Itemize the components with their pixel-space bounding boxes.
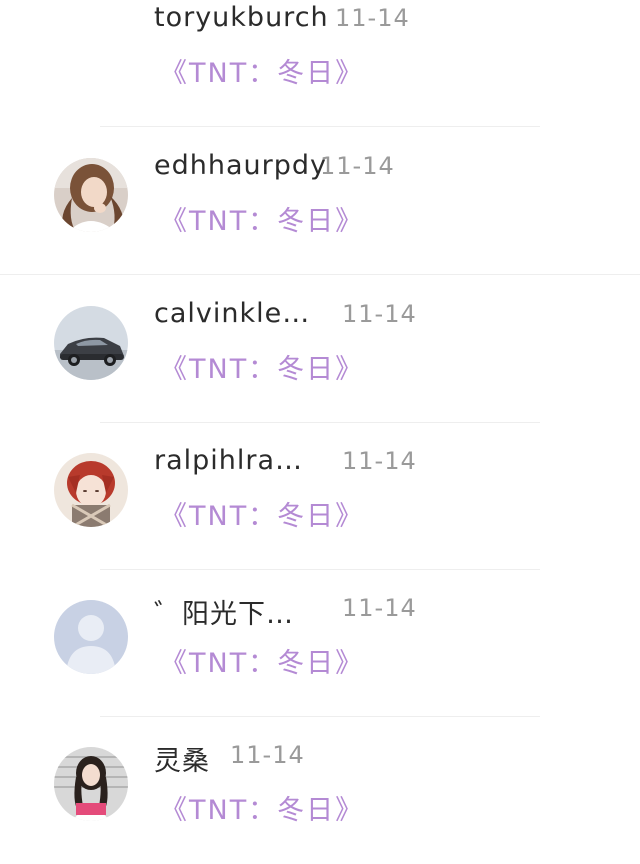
book-title-link[interactable]: 《TNT：冬日》 (160, 788, 364, 827)
avatar-photo-girl-reading-icon[interactable] (54, 747, 128, 821)
avatar-anime-red-hair-icon[interactable] (54, 453, 128, 527)
username[interactable]: ゛阳光下… (154, 592, 294, 631)
list-item[interactable]: 灵桑 11-14 《TNT：冬日》 (0, 717, 640, 864)
username[interactable]: calvinkle… (154, 298, 310, 329)
timestamp: 11-14 (342, 594, 417, 622)
divider (100, 126, 540, 127)
default-avatar-icon[interactable] (54, 600, 128, 674)
list-item[interactable]: edhhaurpdy 11-14 《TNT：冬日》 (0, 128, 640, 275)
divider (0, 274, 640, 275)
list-item[interactable]: ゛阳光下… 11-14 《TNT：冬日》 (0, 570, 640, 717)
comment-feed: toryukburch 11-14 《TNT：冬日》 edhhaurpdy 11… (0, 0, 640, 860)
book-title-link[interactable]: 《TNT：冬日》 (160, 641, 364, 680)
username[interactable]: edhhaurpdy (154, 150, 327, 181)
timestamp: 11-14 (320, 152, 395, 180)
timestamp: 11-14 (342, 300, 417, 328)
list-item[interactable]: calvinkle… 11-14 《TNT：冬日》 (0, 276, 640, 423)
book-title-link[interactable]: 《TNT：冬日》 (160, 494, 364, 533)
username[interactable]: toryukburch (154, 2, 329, 33)
avatar-photo-girl-icon[interactable] (54, 158, 128, 232)
avatar-car-icon[interactable] (54, 306, 128, 380)
list-item[interactable]: ralpihlra… 11-14 《TNT：冬日》 (0, 423, 640, 570)
book-title-link[interactable]: 《TNT：冬日》 (160, 199, 364, 238)
book-title-link[interactable]: 《TNT：冬日》 (160, 347, 364, 386)
timestamp: 11-14 (335, 4, 410, 32)
list-item[interactable]: toryukburch 11-14 《TNT：冬日》 (0, 0, 640, 127)
timestamp: 11-14 (230, 741, 305, 769)
book-title-link[interactable]: 《TNT：冬日》 (160, 51, 364, 90)
username[interactable]: 灵桑 (154, 739, 210, 778)
timestamp: 11-14 (342, 447, 417, 475)
username[interactable]: ralpihlra… (154, 445, 303, 476)
